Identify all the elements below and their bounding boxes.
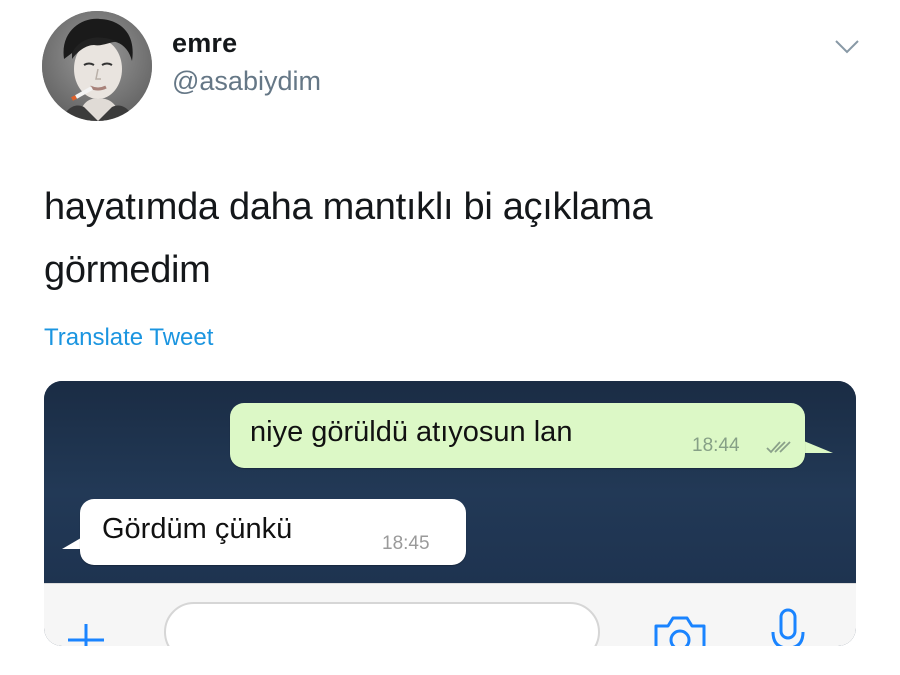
user-handle[interactable]: @asabiydim <box>172 66 321 97</box>
display-name[interactable]: emre <box>172 28 237 59</box>
outgoing-message: niye görüldü atıyosun lan 18:44 <box>230 403 805 468</box>
chevron-down-icon[interactable] <box>834 38 860 56</box>
microphone-icon[interactable] <box>768 606 808 646</box>
tweet-text-line: görmedim <box>44 249 211 291</box>
message-time: 18:44 <box>692 435 740 456</box>
tweet-card: emre @asabiydim hayatımda daha mantıklı … <box>0 0 900 675</box>
tweet-text-line: hayatımda daha mantıklı bi açıklama <box>44 186 653 228</box>
incoming-message: Gördüm çünkü 18:45 <box>80 499 466 565</box>
message-time: 18:45 <box>382 533 430 554</box>
chat-input-bar <box>44 583 856 646</box>
double-check-icon <box>766 441 791 454</box>
avatar-photo-icon <box>42 11 152 121</box>
camera-icon[interactable] <box>650 610 710 646</box>
message-input[interactable] <box>164 602 600 646</box>
tweet-media-image[interactable]: niye görüldü atıyosun lan 18:44 Gördüm ç… <box>44 381 856 646</box>
chat-conversation: niye görüldü atıyosun lan 18:44 Gördüm ç… <box>44 381 856 583</box>
message-text: Gördüm çünkü <box>102 513 293 545</box>
tweet-text: hayatımda daha mantıklı bi açıklama görm… <box>44 176 844 302</box>
plus-icon[interactable] <box>66 620 106 646</box>
avatar[interactable] <box>42 11 152 121</box>
translate-tweet-link[interactable]: Translate Tweet <box>44 324 213 352</box>
message-text: niye görüldü atıyosun lan <box>250 416 573 448</box>
